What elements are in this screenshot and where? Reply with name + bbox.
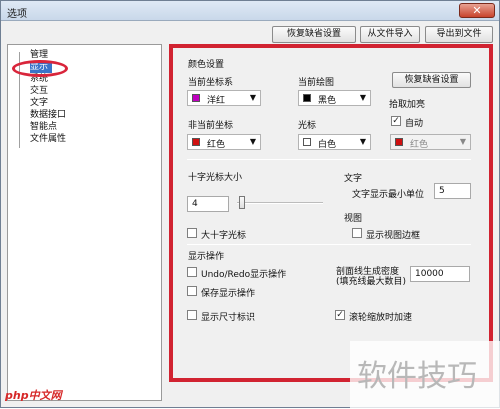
tree-item-interaction[interactable]: 交互 <box>30 86 48 97</box>
chevron-down-icon: ▼ <box>359 93 366 102</box>
pickup-color-select[interactable]: 红色 ▼ <box>390 134 471 150</box>
noncurrent-coord-label: 非当前坐标 <box>188 121 234 131</box>
noncurrent-coord-color-value: 红色 <box>207 140 226 150</box>
color-swatch <box>192 94 200 102</box>
show-dimension-label: 显示尺寸标识 <box>201 313 256 323</box>
divider <box>187 159 471 160</box>
title-bar: 选项 ✕ <box>1 1 499 21</box>
chevron-down-icon: ▼ <box>459 137 466 146</box>
crosshair-size-slider-thumb[interactable] <box>239 196 245 209</box>
text-min-unit-input[interactable]: 5 <box>434 183 471 199</box>
tree-item-text[interactable]: 文字 <box>30 98 48 109</box>
color-settings-heading: 颜色设置 <box>188 60 225 70</box>
large-crosshair-checkbox[interactable] <box>187 228 197 238</box>
export-file-button[interactable]: 导出到文件 <box>425 26 493 43</box>
chevron-down-icon: ▼ <box>249 93 256 102</box>
color-swatch <box>192 138 200 146</box>
wheel-accelerate-checkbox[interactable]: ✓ <box>335 310 345 320</box>
crosshair-size-label: 十字光标大小 <box>188 173 243 183</box>
view-section-heading: 视图 <box>344 214 363 224</box>
tree-item-file-properties[interactable]: 文件属性 <box>30 134 66 145</box>
current-coord-color-value: 洋红 <box>207 96 226 106</box>
site-logo: php中文网 <box>5 389 62 402</box>
wheel-accelerate-label: 滚轮缩放时加速 <box>349 313 413 323</box>
hatch-density-input[interactable]: 10000 <box>410 266 470 282</box>
cursor-color-select[interactable]: 白色 ▼ <box>298 134 371 150</box>
pickup-highlight-label: 拾取加亮 <box>389 100 426 110</box>
import-file-button[interactable]: 从文件导入 <box>360 26 420 43</box>
cursor-color-label: 光标 <box>298 121 317 131</box>
show-view-border-checkbox[interactable] <box>352 228 362 238</box>
noncurrent-coord-color-select[interactable]: 红色 ▼ <box>187 134 261 150</box>
hatch-density-sublabel: (填充线最大数目) <box>336 277 407 287</box>
save-display-checkbox[interactable] <box>187 286 197 296</box>
text-min-unit-label: 文字显示最小单位 <box>352 190 425 200</box>
tree-item-data-interface[interactable]: 数据接口 <box>30 110 66 121</box>
divider <box>187 244 471 245</box>
close-button[interactable]: ✕ <box>459 3 495 18</box>
pickup-color-value: 红色 <box>410 140 429 150</box>
color-swatch <box>303 138 311 146</box>
options-dialog: 选项 ✕ 恢复缺省设置 从文件导入 导出到文件 管理 显示 系统 交互 文字 数… <box>0 0 500 409</box>
chevron-down-icon: ▼ <box>249 137 256 146</box>
cursor-color-value: 白色 <box>318 140 337 150</box>
large-crosshair-label: 大十字光标 <box>201 231 247 241</box>
undo-redo-checkbox[interactable] <box>187 267 197 277</box>
current-coord-label: 当前坐标系 <box>188 78 234 88</box>
restore-colors-button[interactable]: 恢复缺省设置 <box>392 72 471 88</box>
window-title: 选项 <box>7 9 27 20</box>
current-drawing-label: 当前绘图 <box>298 78 335 88</box>
chevron-down-icon: ▼ <box>359 137 366 146</box>
display-ops-heading: 显示操作 <box>188 252 225 262</box>
crosshair-size-input[interactable]: 4 <box>187 196 229 212</box>
text-section-heading: 文字 <box>344 174 363 184</box>
tree-item-smart-point[interactable]: 智能点 <box>30 122 57 133</box>
current-coord-color-select[interactable]: 洋红 ▼ <box>187 90 261 106</box>
current-drawing-color-select[interactable]: 黑色 ▼ <box>298 90 371 106</box>
save-display-label: 保存显示操作 <box>201 289 256 299</box>
restore-defaults-button[interactable]: 恢复缺省设置 <box>272 26 356 43</box>
auto-checkbox[interactable]: ✓ <box>391 116 401 126</box>
crosshair-size-slider-track[interactable] <box>237 202 323 204</box>
undo-redo-label: Undo/Redo显示操作 <box>201 270 287 280</box>
color-swatch <box>395 138 403 146</box>
show-view-border-label: 显示视图边框 <box>366 231 421 241</box>
watermark-text: 软件技巧 <box>357 359 477 394</box>
auto-label: 自动 <box>405 119 424 129</box>
selection-annotation-oval <box>12 60 68 77</box>
color-swatch <box>303 94 311 102</box>
show-dimension-checkbox[interactable] <box>187 310 197 320</box>
current-drawing-color-value: 黑色 <box>318 96 337 106</box>
